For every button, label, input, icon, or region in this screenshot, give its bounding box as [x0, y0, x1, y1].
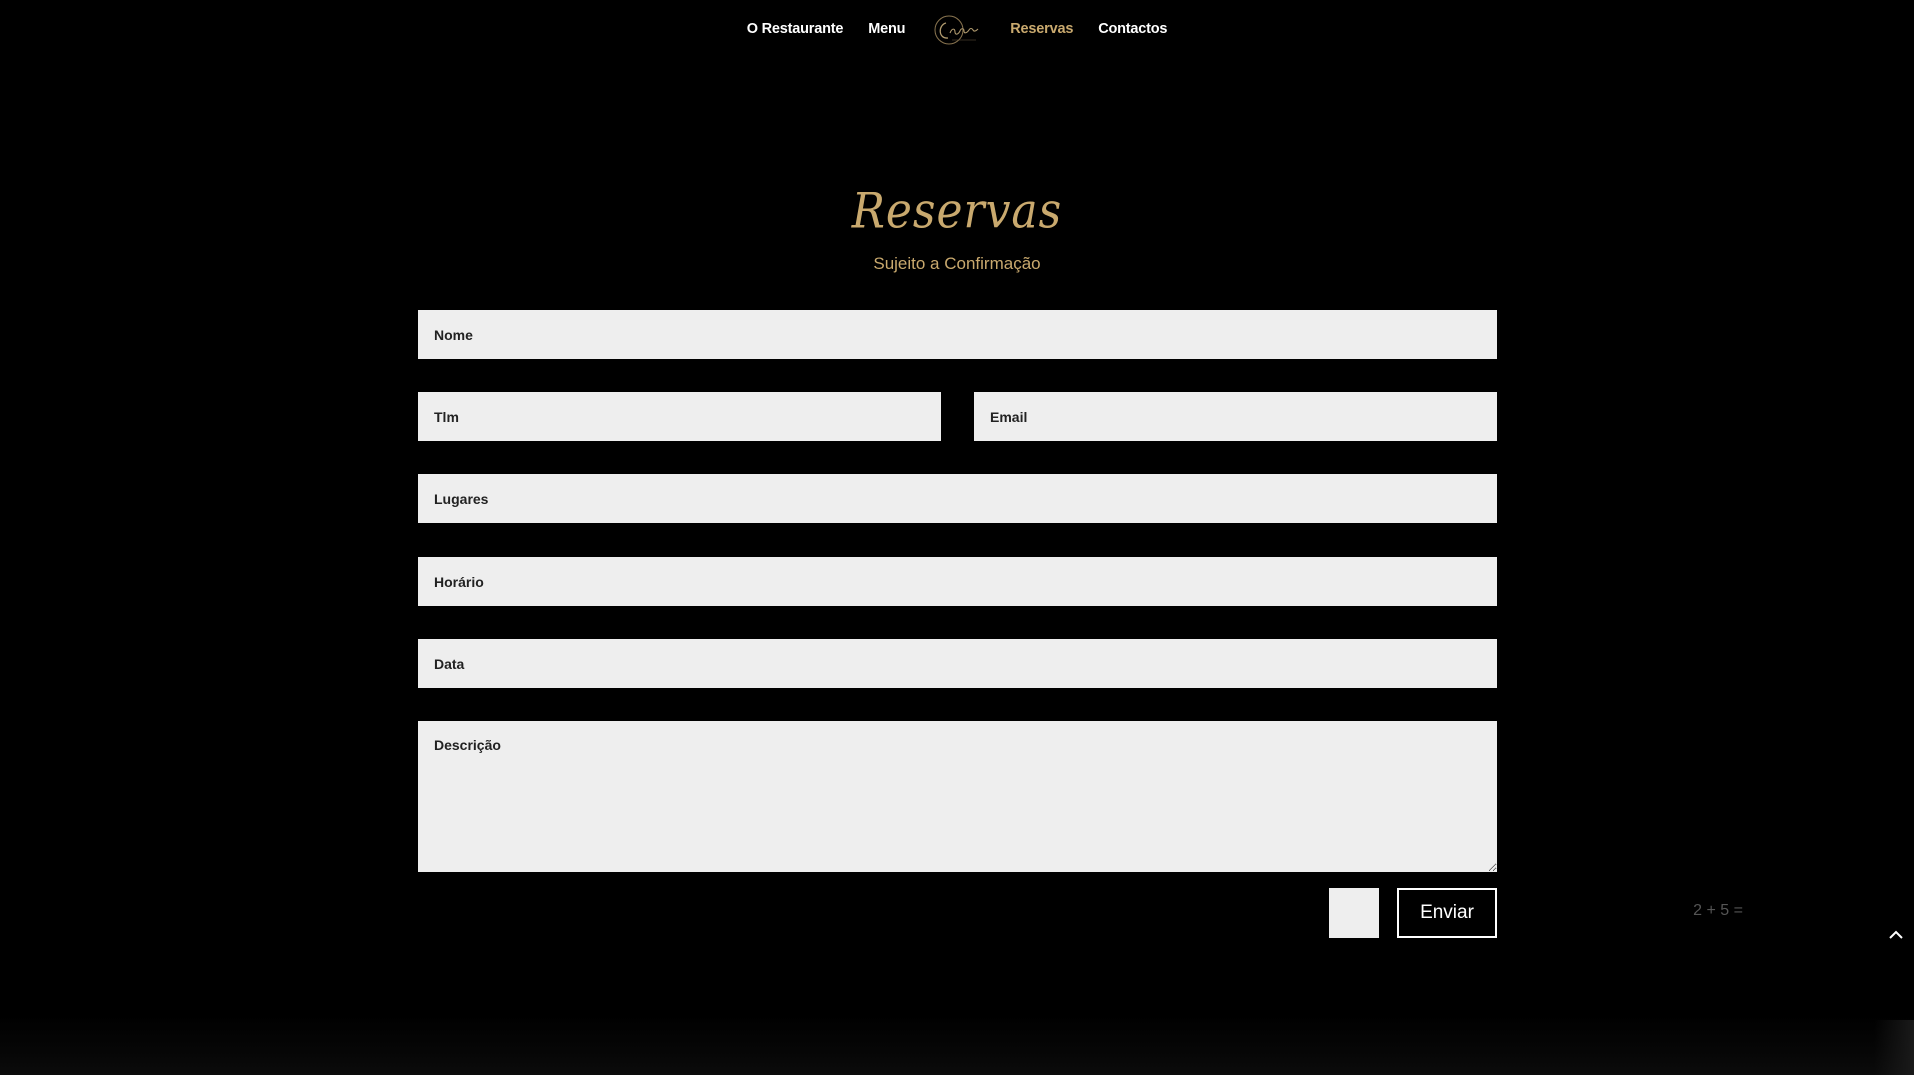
nav-item-o-restaurante[interactable]: O Restaurante: [747, 21, 844, 37]
page-subtitle: Sujeito a Confirmação: [873, 254, 1041, 273]
description-field[interactable]: [418, 721, 1497, 872]
captcha-input[interactable]: [1329, 888, 1379, 938]
nav-item-menu[interactable]: Menu: [868, 21, 905, 37]
footer-background: [0, 1015, 1914, 1075]
email-field[interactable]: [974, 392, 1497, 441]
back-to-top-button[interactable]: [1885, 924, 1907, 946]
submit-button[interactable]: Enviar: [1397, 888, 1497, 938]
seats-field[interactable]: [418, 474, 1497, 523]
chevron-up-icon: [1889, 930, 1903, 939]
page: O Restaurante Menu Reservas Contactos Re…: [0, 0, 1914, 1075]
captcha-question: 2 + 5 =: [1693, 902, 1743, 919]
phone-field[interactable]: [418, 392, 941, 441]
nav-item-contactos[interactable]: Contactos: [1098, 21, 1167, 37]
page-title: Reservas: [851, 183, 1063, 240]
restaurant-logo-icon: [934, 15, 979, 45]
nav-item-reservas[interactable]: Reservas: [1010, 21, 1073, 37]
footer-image-edge: [1874, 1020, 1914, 1075]
time-field[interactable]: [418, 557, 1497, 606]
logo[interactable]: [932, 9, 984, 49]
reservation-heading: Reservas Sujeito a Confirmação: [0, 180, 1914, 274]
date-field[interactable]: [418, 639, 1497, 688]
top-navigation: O Restaurante Menu Reservas Contactos: [0, 0, 1914, 58]
name-field[interactable]: [418, 310, 1497, 359]
